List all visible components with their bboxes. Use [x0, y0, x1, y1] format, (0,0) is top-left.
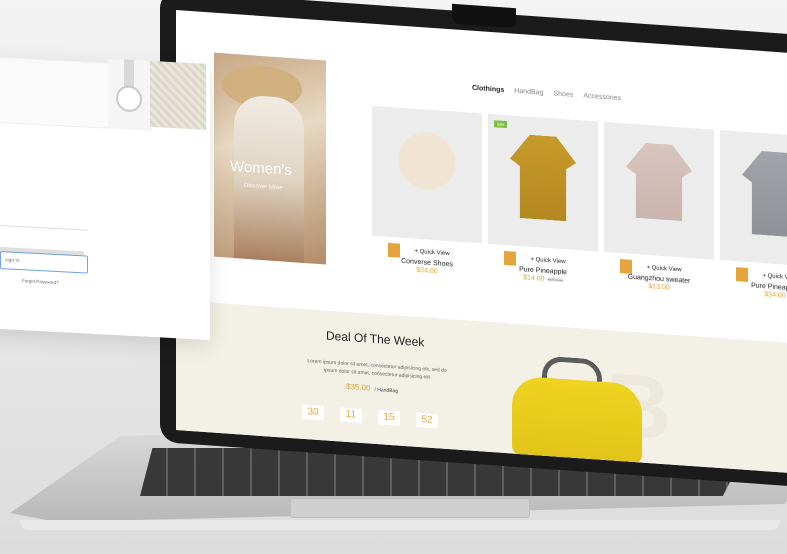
- product-info: + Quick View Pure Pineapple $14.00 $20.00: [488, 250, 598, 287]
- product-list: + Quick View Converse Shoes $34.00 sale …: [372, 105, 787, 300]
- countdown-seconds: 52: [416, 412, 438, 429]
- login-input[interactable]: [0, 251, 88, 274]
- countdown-days: 30: [302, 404, 324, 421]
- watch-thumbnail: [108, 58, 152, 131]
- mockup-stage: Clothings HandBag Shoes Accessories Wome…: [0, 0, 787, 554]
- deal-price-value: $35.00: [346, 381, 371, 393]
- nav-handbag[interactable]: HandBag: [514, 88, 543, 97]
- deal-heading: Deal Of The Week: [326, 328, 425, 350]
- watch-band: [124, 59, 134, 89]
- laptop-base-edge: [20, 520, 780, 530]
- product-info: + Quick View Guangzhou sweater $13.00: [604, 258, 714, 295]
- form-divider: [0, 225, 88, 231]
- floating-login-panel: Forget Password?: [0, 55, 210, 341]
- laptop-screen: Clothings HandBag Shoes Accessories Wome…: [176, 10, 787, 474]
- nav-clothings[interactable]: Clothings: [472, 85, 504, 94]
- product-card[interactable]: sale + Quick View Pure Pineapple $14.00 $…: [488, 113, 598, 284]
- countdown-hours: 11: [340, 407, 362, 424]
- product-image-pink-sweater: [626, 141, 692, 230]
- countdown-minutes: 15: [378, 410, 400, 426]
- hero-banner[interactable]: Women's Discover More: [214, 52, 326, 265]
- product-image-bag: [394, 125, 460, 214]
- deal-description: Lorem ipsum dolor sit amet, consectetur …: [307, 358, 447, 381]
- deal-price: $35.00/ HandBag: [346, 382, 398, 395]
- model-figure: [234, 94, 304, 263]
- category-nav: Clothings HandBag Shoes Accessories: [472, 85, 621, 102]
- quick-view-swatch: [620, 259, 632, 274]
- laptop-trackpad: [290, 498, 530, 518]
- product-card[interactable]: + Quick View Converse Shoes $34.00: [372, 105, 482, 275]
- sale-badge: sale: [494, 120, 508, 129]
- old-price: $20.00: [547, 276, 563, 285]
- quick-view-swatch: [504, 250, 516, 266]
- login-panel-header: [0, 55, 110, 129]
- watch-face: [116, 85, 142, 113]
- deal-category: / HandBag: [374, 386, 399, 395]
- nav-shoes[interactable]: Shoes: [553, 90, 573, 98]
- leaf-pattern-thumbnail: [150, 60, 206, 130]
- product-info: + Quick View Pure Pineapple $34.00: [720, 266, 787, 303]
- product-image-yellow-sweater: [510, 133, 576, 222]
- product-card[interactable]: + Quick View Pure Pineapple $34.00: [720, 130, 787, 300]
- product-image-gray-sweater: [742, 150, 787, 239]
- quick-view-swatch: [388, 242, 400, 258]
- product-info: + Quick View Converse Shoes $34.00: [372, 242, 482, 279]
- current-price: $14.00: [523, 274, 545, 283]
- duffel-bag-image: [512, 375, 642, 465]
- countdown-timer: 30 11 15 52: [302, 404, 438, 429]
- forgot-password-link[interactable]: Forget Password?: [22, 278, 59, 285]
- product-card[interactable]: + Quick View Guangzhou sweater $13.00: [604, 121, 714, 292]
- quick-view-swatch: [736, 267, 748, 282]
- nav-accessories[interactable]: Accessories: [583, 92, 621, 102]
